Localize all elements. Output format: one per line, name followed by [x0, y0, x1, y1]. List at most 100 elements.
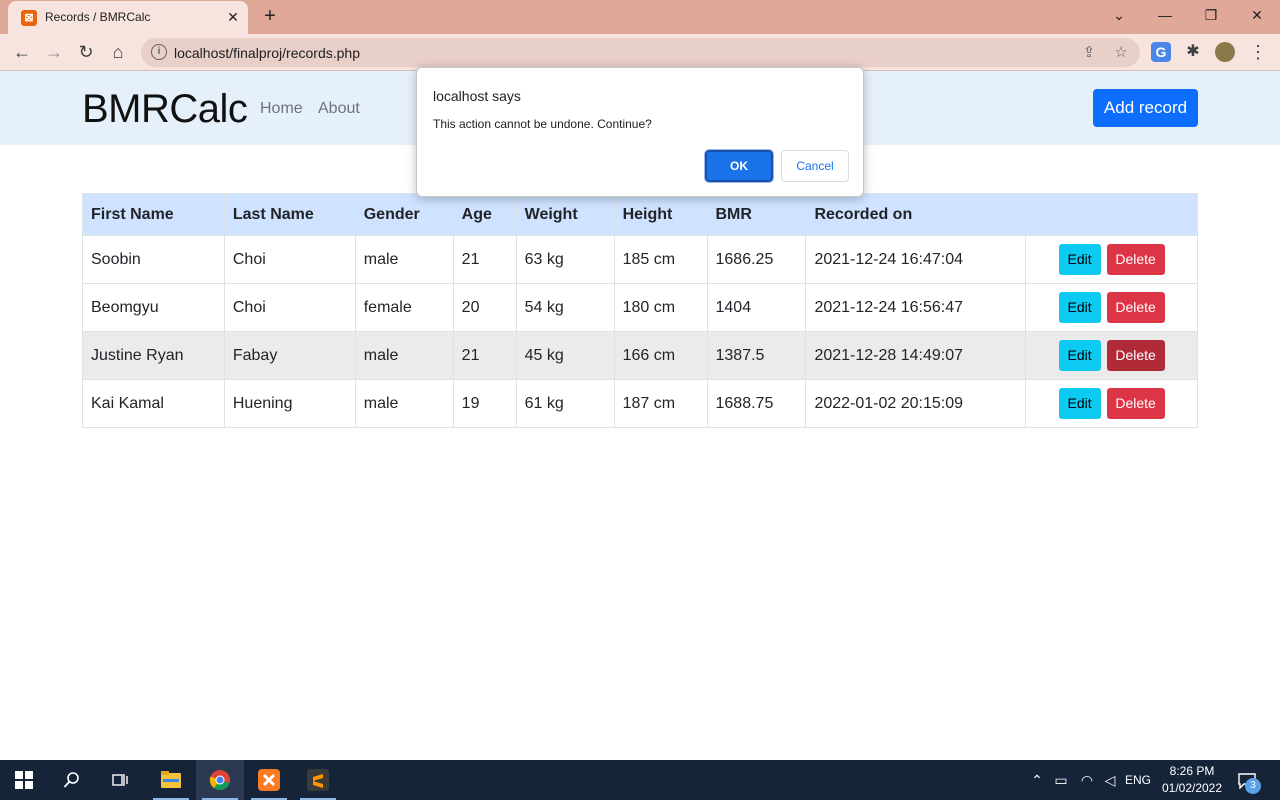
table-row: Beomgyu Choi female 20 54 kg 180 cm 1404…: [82, 283, 1198, 332]
site-info-icon[interactable]: i: [151, 44, 167, 60]
cell-gender: male: [354, 235, 454, 284]
cell-last-name: Huening: [223, 379, 356, 428]
cell-height: 187 cm: [613, 379, 708, 428]
delete-button[interactable]: Delete: [1106, 244, 1165, 275]
cell-recorded-on: 2021-12-28 14:49:07: [805, 331, 1027, 380]
cell-bmr: 1686.25: [706, 235, 807, 284]
cell-height: 166 cm: [613, 331, 708, 380]
table-header-row: First Name Last Name Gender Age Weight H…: [82, 193, 1198, 236]
cell-bmr: 1688.75: [706, 379, 807, 428]
edit-button[interactable]: Edit: [1058, 340, 1101, 371]
cell-first-name: Kai Kamal: [82, 379, 225, 428]
cell-actions: Edit Delete: [1025, 235, 1198, 284]
show-hidden-icons-icon[interactable]: ⌃: [1028, 760, 1046, 800]
language-indicator[interactable]: ENG: [1124, 760, 1152, 800]
cell-recorded-on: 2022-01-02 20:15:09: [805, 379, 1027, 428]
table-row: Soobin Choi male 21 63 kg 185 cm 1686.25…: [82, 235, 1198, 284]
cell-weight: 61 kg: [515, 379, 615, 428]
cell-age: 21: [452, 331, 517, 380]
extensions-puzzle-icon[interactable]: ✱: [1183, 42, 1203, 62]
nav-about-link[interactable]: About: [318, 100, 360, 118]
profile-avatar[interactable]: [1215, 42, 1235, 62]
cell-recorded-on: 2021-12-24 16:56:47: [805, 283, 1027, 332]
edit-button[interactable]: Edit: [1058, 244, 1101, 275]
browser-menu-icon[interactable]: ⋮: [1248, 42, 1268, 62]
header-first-name: First Name: [82, 193, 225, 236]
confirm-dialog: localhost says This action cannot be und…: [416, 67, 864, 197]
delete-button[interactable]: Delete: [1106, 292, 1165, 323]
close-window-button[interactable]: ✕: [1234, 0, 1280, 32]
tab-search-icon[interactable]: ⌄: [1096, 0, 1142, 32]
browser-toolbar: ← → ↻ ⌂ i localhost/finalproj/records.ph…: [0, 34, 1280, 71]
xampp-favicon-icon: ⊠: [21, 10, 37, 26]
bookmark-star-icon[interactable]: ☆: [1111, 43, 1131, 63]
wifi-icon[interactable]: ◠: [1076, 760, 1098, 800]
address-bar[interactable]: i localhost/finalproj/records.php ⇪ ☆: [141, 38, 1140, 67]
xampp-icon[interactable]: [245, 760, 293, 800]
new-tab-button[interactable]: +: [258, 5, 282, 29]
brand-logo[interactable]: BMRCalc: [82, 87, 248, 132]
windows-taskbar: ⌃ ▭ ◠ ◁ ENG 8:26 PM 01/02/2022 3: [0, 760, 1280, 800]
cell-first-name: Justine Ryan: [82, 331, 225, 380]
nav-home-link[interactable]: Home: [260, 100, 303, 118]
restore-button[interactable]: ❐: [1188, 0, 1234, 32]
minimize-button[interactable]: —: [1142, 0, 1188, 32]
forward-icon[interactable]: →: [42, 40, 66, 64]
header-recorded-on: Recorded on: [805, 193, 1027, 236]
cell-age: 20: [452, 283, 517, 332]
cell-gender: male: [354, 379, 454, 428]
home-icon[interactable]: ⌂: [106, 40, 130, 64]
table-row: Kai Kamal Huening male 19 61 kg 187 cm 1…: [82, 379, 1198, 428]
delete-button[interactable]: Delete: [1106, 388, 1165, 419]
header-actions: [1025, 193, 1198, 236]
browser-tab-strip: ⊠ Records / BMRCalc ✕ + ⌄ — ❐ ✕: [0, 0, 1280, 34]
cell-age: 21: [452, 235, 517, 284]
edit-button[interactable]: Edit: [1058, 388, 1101, 419]
cell-first-name: Beomgyu: [82, 283, 225, 332]
volume-icon[interactable]: ◁: [1100, 760, 1120, 800]
tab-close-icon[interactable]: ✕: [223, 7, 243, 27]
sublime-text-icon[interactable]: [294, 760, 342, 800]
add-record-button[interactable]: Add record: [1093, 89, 1198, 127]
notification-count-badge: 3: [1245, 778, 1261, 794]
tab-title: Records / BMRCalc: [45, 10, 151, 24]
search-icon[interactable]: [48, 760, 96, 800]
task-view-icon[interactable]: [96, 760, 144, 800]
chrome-icon[interactable]: [196, 760, 244, 800]
reload-icon[interactable]: ↻: [74, 40, 98, 64]
url-text[interactable]: localhost/finalproj/records.php: [174, 45, 360, 61]
battery-icon[interactable]: ▭: [1050, 760, 1072, 800]
dialog-cancel-button[interactable]: Cancel: [781, 150, 849, 182]
taskbar-clock[interactable]: 8:26 PM 01/02/2022: [1155, 763, 1229, 797]
cell-recorded-on: 2021-12-24 16:47:04: [805, 235, 1027, 284]
delete-button[interactable]: Delete: [1106, 340, 1165, 371]
cell-actions: Edit Delete: [1025, 379, 1198, 428]
back-icon[interactable]: ←: [10, 40, 34, 64]
cell-gender: female: [354, 283, 454, 332]
cell-weight: 54 kg: [515, 283, 615, 332]
cell-first-name: Soobin: [82, 235, 225, 284]
start-windows-icon[interactable]: [0, 760, 48, 800]
file-explorer-icon[interactable]: [147, 760, 195, 800]
translate-extension-icon[interactable]: G: [1151, 42, 1171, 62]
header-weight: Weight: [515, 193, 615, 236]
header-height: Height: [613, 193, 708, 236]
share-icon[interactable]: ⇪: [1079, 43, 1099, 63]
cell-actions: Edit Delete: [1025, 283, 1198, 332]
dialog-message: This action cannot be undone. Continue?: [433, 117, 652, 131]
cell-weight: 45 kg: [515, 331, 615, 380]
header-gender: Gender: [354, 193, 454, 236]
header-last-name: Last Name: [223, 193, 356, 236]
cell-actions: Edit Delete: [1025, 331, 1198, 380]
cell-bmr: 1404: [706, 283, 807, 332]
edit-button[interactable]: Edit: [1058, 292, 1101, 323]
header-bmr: BMR: [706, 193, 807, 236]
cell-bmr: 1387.5: [706, 331, 807, 380]
cell-height: 185 cm: [613, 235, 708, 284]
browser-tab[interactable]: ⊠ Records / BMRCalc ✕: [8, 1, 248, 34]
cell-age: 19: [452, 379, 517, 428]
header-age: Age: [452, 193, 517, 236]
records-table: First Name Last Name Gender Age Weight H…: [82, 193, 1198, 428]
clock-time: 8:26 PM: [1169, 764, 1215, 778]
dialog-ok-button[interactable]: OK: [704, 149, 774, 183]
